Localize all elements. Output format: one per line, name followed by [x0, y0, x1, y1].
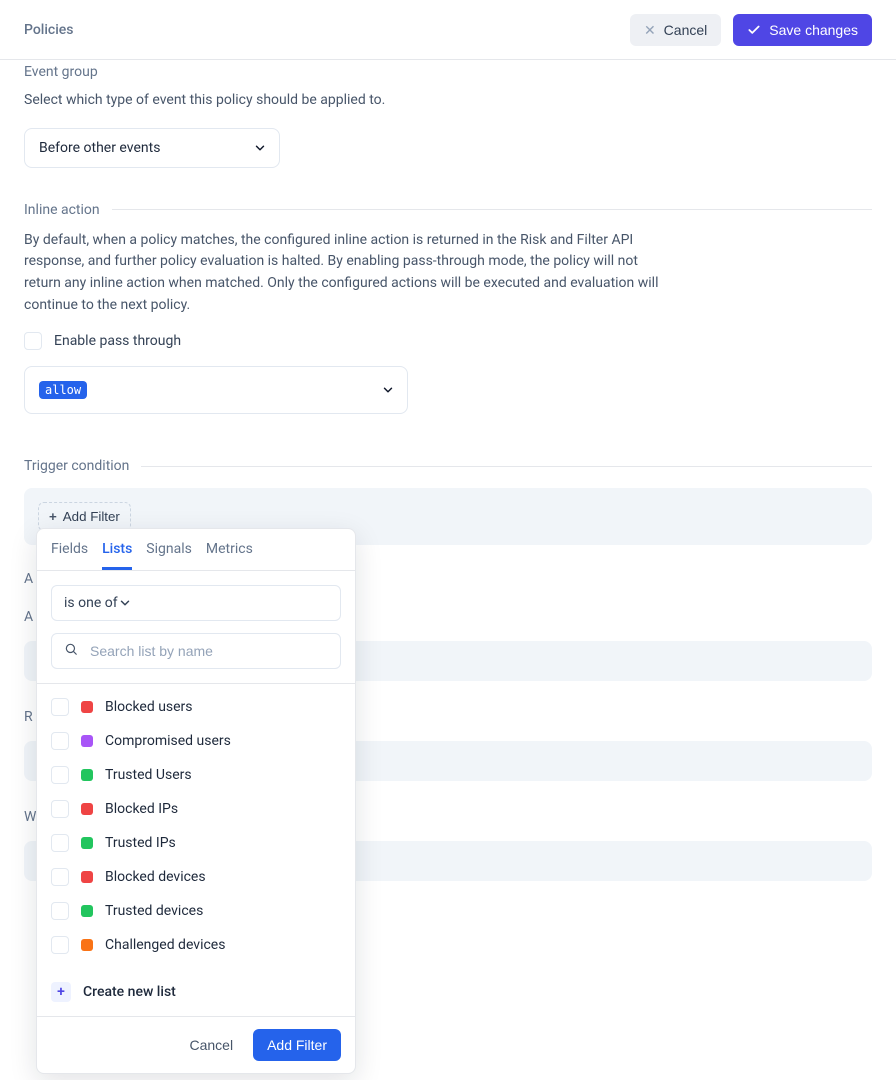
- list-item-checkbox[interactable]: [51, 868, 69, 886]
- page-title: Policies: [24, 22, 74, 38]
- obscured-label: W: [24, 809, 36, 825]
- list-item[interactable]: Trusted Users: [37, 758, 355, 792]
- list-item-checkbox[interactable]: [51, 766, 69, 784]
- chevron-down-icon: [381, 383, 395, 397]
- list-item[interactable]: Trusted IPs: [37, 826, 355, 860]
- cancel-button[interactable]: ✕ Cancel: [630, 14, 721, 46]
- header-actions: ✕ Cancel Save changes: [630, 14, 872, 46]
- obscured-label: R: [24, 709, 33, 725]
- list-item-label: Challenged devices: [105, 937, 225, 953]
- filter-popover: Fields Lists Signals Metrics is one of B…: [36, 528, 356, 1074]
- color-swatch: [81, 769, 93, 781]
- section-divider: [141, 466, 872, 467]
- color-swatch: [81, 803, 93, 815]
- pass-through-label: Enable pass through: [54, 333, 181, 349]
- create-new-label: Create new list: [83, 984, 176, 1000]
- chevron-down-icon: [253, 141, 267, 155]
- event-group-section: Event group Select which type of event t…: [24, 64, 872, 168]
- event-group-selected: Before other events: [39, 140, 160, 156]
- event-group-select[interactable]: Before other events: [24, 128, 280, 168]
- list-item-label: Blocked users: [105, 699, 193, 715]
- color-swatch: [81, 871, 93, 883]
- pass-through-checkbox[interactable]: [24, 332, 42, 350]
- create-new-list[interactable]: + Create new list: [37, 968, 355, 1016]
- section-divider: [112, 209, 872, 210]
- color-swatch: [81, 837, 93, 849]
- operator-value: is one of: [64, 595, 118, 611]
- save-button-label: Save changes: [769, 22, 858, 38]
- list-item-label: Blocked IPs: [105, 801, 178, 817]
- obscured-label: A: [24, 571, 33, 587]
- save-button[interactable]: Save changes: [733, 14, 872, 46]
- check-icon: [747, 23, 761, 37]
- color-swatch: [81, 905, 93, 917]
- inline-action-label: Inline action: [24, 202, 100, 218]
- list-item-checkbox[interactable]: [51, 732, 69, 750]
- inline-action-desc: By default, when a policy matches, the c…: [24, 230, 664, 317]
- event-group-label: Event group: [24, 64, 872, 80]
- page-header: Policies ✕ Cancel Save changes: [0, 0, 896, 60]
- list-item[interactable]: Trusted devices: [37, 894, 355, 928]
- popover-footer: Cancel Add Filter: [37, 1016, 355, 1073]
- tab-metrics[interactable]: Metrics: [206, 541, 253, 570]
- tab-lists[interactable]: Lists: [102, 541, 132, 570]
- color-swatch: [81, 735, 93, 747]
- obscured-label: A: [24, 609, 33, 625]
- list-item-label: Trusted IPs: [105, 835, 176, 851]
- list-item[interactable]: Blocked users: [37, 690, 355, 724]
- search-icon: [64, 642, 78, 660]
- cancel-button-label: Cancel: [664, 22, 708, 38]
- color-swatch: [81, 701, 93, 713]
- color-swatch: [81, 939, 93, 951]
- list-item-checkbox[interactable]: [51, 800, 69, 818]
- list-item[interactable]: Compromised users: [37, 724, 355, 758]
- allow-badge: allow: [39, 381, 87, 399]
- list-item-checkbox[interactable]: [51, 698, 69, 716]
- list-item-label: Trusted devices: [105, 903, 203, 919]
- tab-fields[interactable]: Fields: [51, 541, 88, 570]
- inline-action-section: Inline action By default, when a policy …: [24, 202, 872, 415]
- list-item-label: Blocked devices: [105, 869, 206, 885]
- tab-signals[interactable]: Signals: [146, 541, 192, 570]
- list-item-checkbox[interactable]: [51, 936, 69, 954]
- list-item-checkbox[interactable]: [51, 834, 69, 852]
- popover-add-filter-button[interactable]: Add Filter: [253, 1029, 341, 1061]
- event-group-desc: Select which type of event this policy s…: [24, 90, 664, 112]
- popover-cancel-button[interactable]: Cancel: [183, 1036, 239, 1054]
- plus-icon: +: [51, 982, 71, 1002]
- popover-tabs: Fields Lists Signals Metrics: [37, 529, 355, 570]
- close-icon: ✕: [644, 23, 656, 37]
- list-search[interactable]: [51, 633, 341, 669]
- plus-icon: +: [49, 510, 57, 523]
- list-item[interactable]: Blocked IPs: [37, 792, 355, 826]
- list-item[interactable]: Blocked devices: [37, 860, 355, 894]
- operator-select[interactable]: is one of: [51, 585, 341, 621]
- list-item-checkbox[interactable]: [51, 902, 69, 920]
- add-filter-label: Add Filter: [63, 509, 120, 524]
- chevron-down-icon: [118, 596, 132, 610]
- list-options: Blocked users Compromised users Trusted Us…: [37, 683, 355, 968]
- list-item-label: Trusted Users: [105, 767, 192, 783]
- trigger-label: Trigger condition: [24, 458, 129, 474]
- inline-action-select[interactable]: allow: [24, 366, 408, 414]
- list-item-label: Compromised users: [105, 733, 231, 749]
- list-item[interactable]: Challenged devices: [37, 928, 355, 962]
- search-input[interactable]: [88, 642, 328, 660]
